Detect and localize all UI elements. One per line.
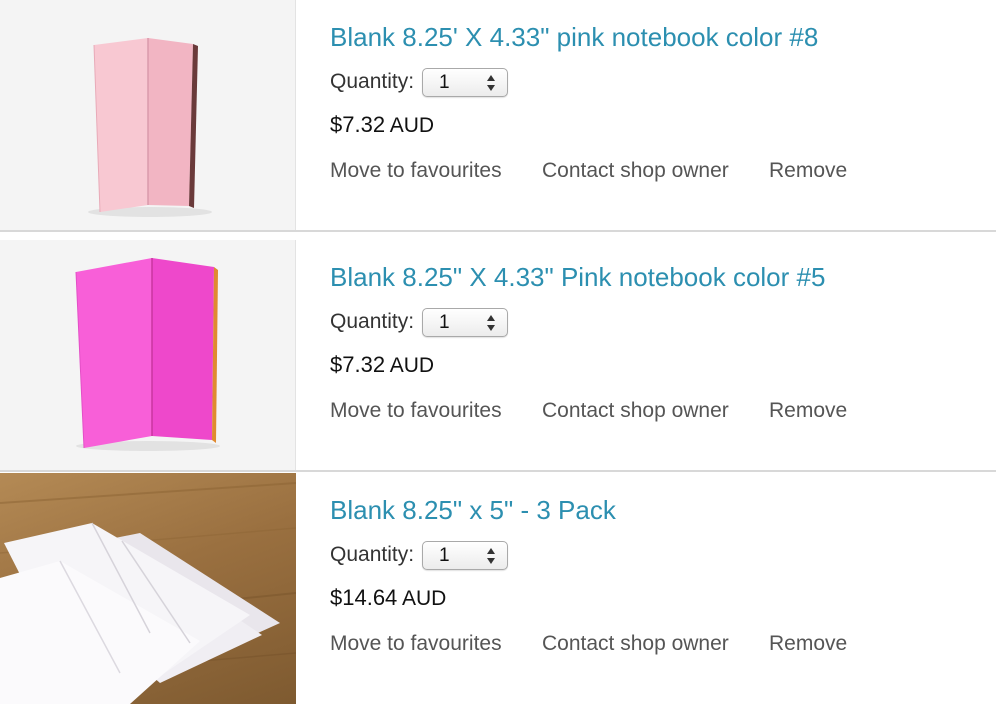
item-price: $7.32 AUD (330, 352, 434, 378)
product-thumbnail[interactable] (0, 0, 296, 231)
move-to-favourites-link[interactable]: Move to favourites (330, 632, 502, 656)
quantity-label: Quantity: (330, 310, 415, 333)
remove-link[interactable]: Remove (769, 399, 847, 423)
cart-item-list: Blank 8.25' X 4.33" pink notebook color … (0, 0, 996, 704)
quantity-label: Quantity: (330, 543, 415, 566)
quantity-label: Quantity: (330, 70, 415, 93)
cart-item: Blank 8.25" x 5" - 3 Pack Quantity: 1 $1… (0, 473, 996, 704)
price-currency: AUD (389, 354, 435, 377)
quantity-select[interactable]: 1 (422, 307, 509, 337)
divider (0, 230, 996, 232)
price-amount: $7.32 (330, 112, 386, 137)
move-to-favourites-link[interactable]: Move to favourites (330, 399, 502, 423)
quantity-value: 1 (439, 544, 450, 566)
light-pink-notebook-image (88, 38, 212, 217)
divider (0, 470, 996, 472)
cart-item-details: Blank 8.25' X 4.33" pink notebook color … (330, 0, 970, 231)
cart-item: Blank 8.25' X 4.33" pink notebook color … (0, 0, 996, 231)
product-title-link[interactable]: Blank 8.25" x 5" - 3 Pack (330, 495, 616, 526)
remove-link[interactable]: Remove (769, 159, 847, 183)
quantity-row: Quantity: 1 (330, 306, 509, 338)
select-arrows-icon (487, 314, 496, 331)
price-amount: $7.32 (330, 352, 386, 377)
item-price: $7.32 AUD (330, 112, 434, 138)
hot-pink-notebook-image (75, 258, 220, 451)
remove-link[interactable]: Remove (769, 632, 847, 656)
product-thumbnail[interactable] (0, 473, 296, 704)
product-thumbnail[interactable] (0, 240, 296, 471)
quantity-row: Quantity: 1 (330, 66, 509, 98)
contact-shop-owner-link[interactable]: Contact shop owner (542, 399, 729, 423)
select-arrows-icon (487, 547, 496, 564)
quantity-select[interactable]: 1 (422, 67, 509, 97)
contact-shop-owner-link[interactable]: Contact shop owner (542, 632, 729, 656)
item-price: $14.64 AUD (330, 585, 446, 611)
white-notebooks-image (0, 482, 296, 704)
product-title-link[interactable]: Blank 8.25" X 4.33" Pink notebook color … (330, 262, 825, 293)
price-amount: $14.64 (330, 585, 398, 610)
quantity-row: Quantity: 1 (330, 539, 509, 571)
quantity-value: 1 (439, 71, 450, 93)
quantity-value: 1 (439, 311, 450, 333)
contact-shop-owner-link[interactable]: Contact shop owner (542, 159, 729, 183)
move-to-favourites-link[interactable]: Move to favourites (330, 159, 502, 183)
quantity-select[interactable]: 1 (422, 540, 509, 570)
cart-item: Blank 8.25" X 4.33" Pink notebook color … (0, 240, 996, 471)
cart-item-details: Blank 8.25" x 5" - 3 Pack Quantity: 1 $1… (330, 473, 970, 704)
price-currency: AUD (401, 587, 447, 610)
cart-item-details: Blank 8.25" X 4.33" Pink notebook color … (330, 240, 970, 471)
price-currency: AUD (389, 114, 435, 137)
select-arrows-icon (487, 74, 496, 91)
product-title-link[interactable]: Blank 8.25' X 4.33" pink notebook color … (330, 22, 818, 53)
